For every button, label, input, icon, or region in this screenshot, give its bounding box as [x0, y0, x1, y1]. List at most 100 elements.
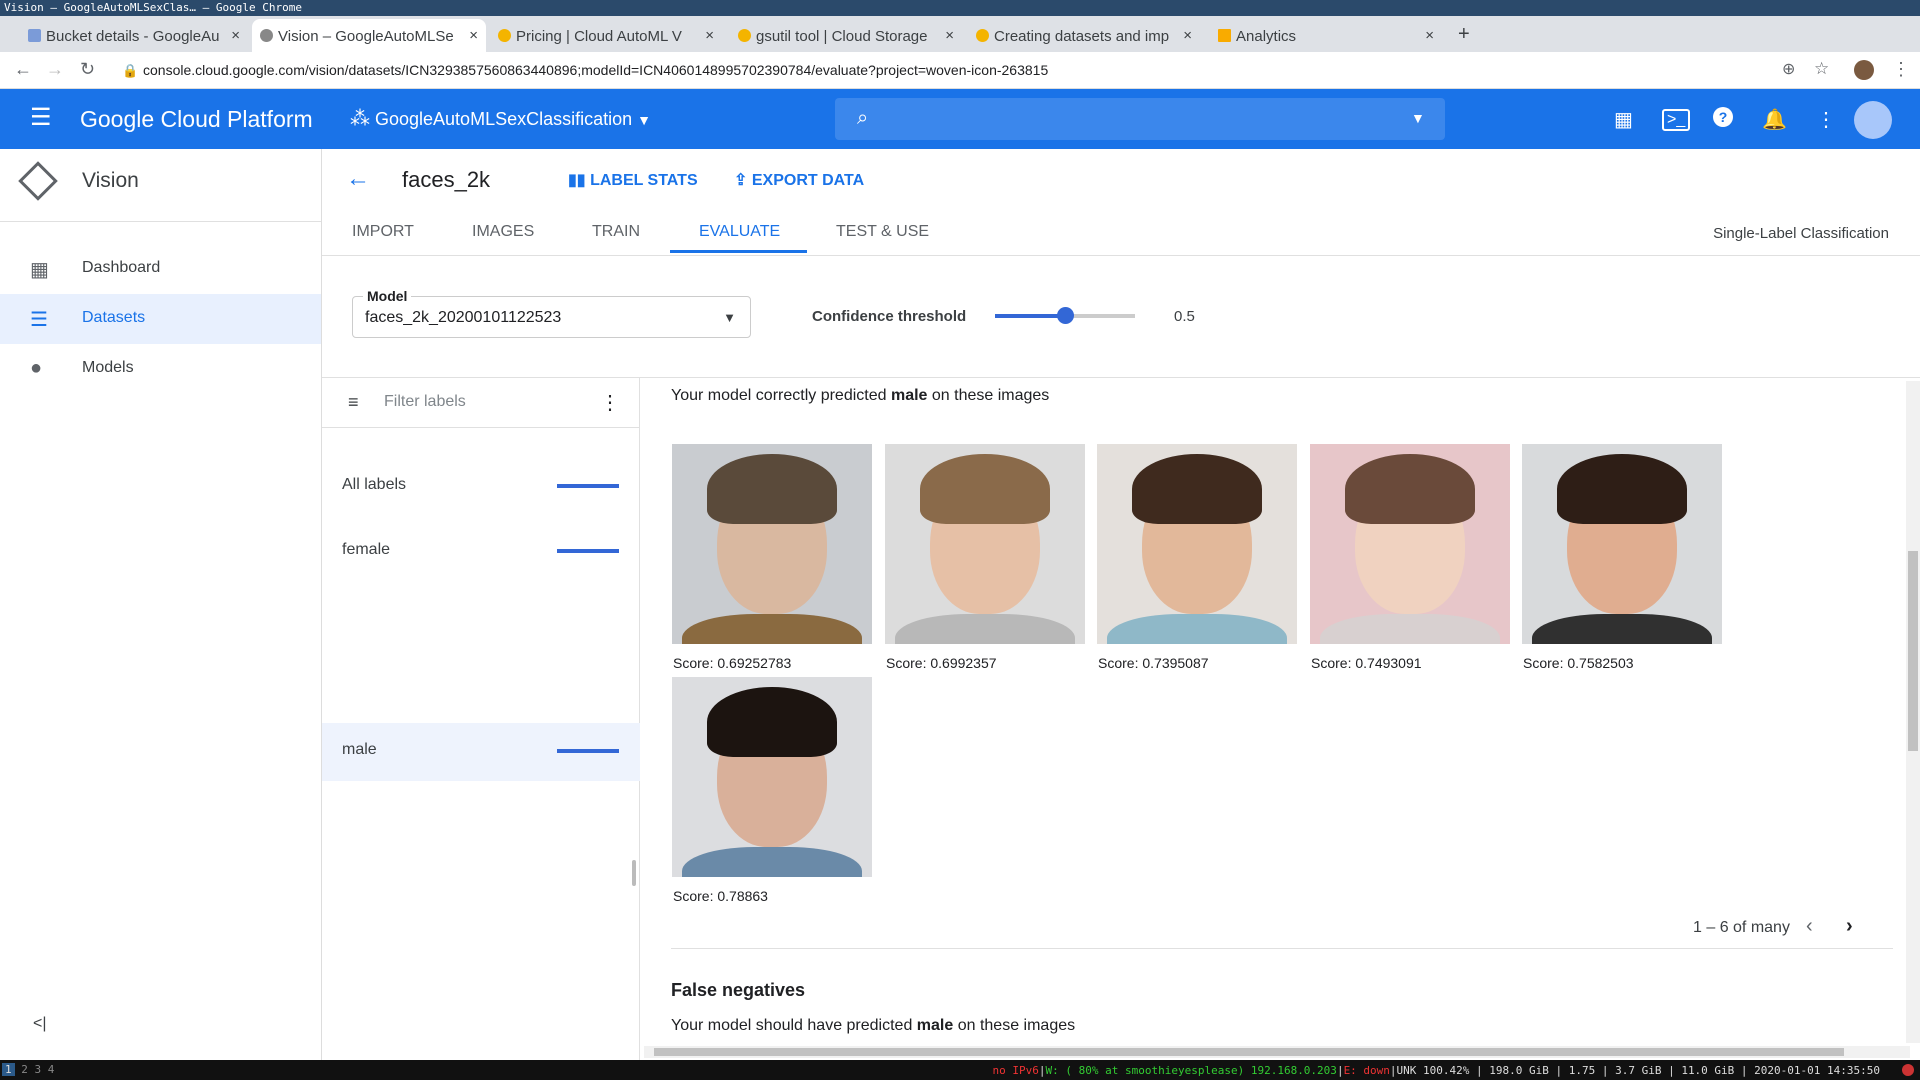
- tab-images[interactable]: IMAGES: [472, 223, 534, 241]
- scrollbar-thumb[interactable]: [654, 1048, 1844, 1056]
- filter-icon: ≡: [348, 392, 359, 412]
- tab-label: Vision – GoogleAutoMLSe: [278, 28, 454, 45]
- help-icon[interactable]: ?: [1713, 107, 1733, 127]
- tab-evaluate[interactable]: EVALUATE: [699, 223, 780, 241]
- gcp-header: ☰ Google Cloud Platform ⁂ GoogleAutoMLSe…: [0, 89, 1920, 149]
- result-image[interactable]: [885, 444, 1085, 644]
- tab-test-use[interactable]: TEST & USE: [836, 223, 929, 241]
- image-body: [1532, 614, 1712, 644]
- close-tab-icon[interactable]: ×: [469, 27, 478, 44]
- workspace-2[interactable]: 2: [21, 1063, 28, 1076]
- back-icon[interactable]: ←: [14, 59, 32, 80]
- slider-fill: [995, 314, 1065, 318]
- panel-resize-handle[interactable]: [632, 860, 636, 886]
- divider: [671, 948, 1893, 949]
- label-row-female[interactable]: female: [322, 523, 640, 581]
- image-hair: [1345, 454, 1475, 524]
- address-bar: ← → ↻ 🔒 console.cloud.google.com/vision/…: [0, 52, 1920, 89]
- image-score: Score: 0.7493091: [1311, 655, 1422, 671]
- close-tab-icon[interactable]: ×: [1425, 27, 1434, 44]
- search-dropdown-icon[interactable]: ▼: [1411, 110, 1425, 126]
- cloud-shell-icon[interactable]: >_: [1662, 109, 1691, 131]
- new-tab-button[interactable]: +: [1452, 19, 1482, 52]
- image-body: [1320, 614, 1500, 644]
- tab-favicon-icon: [498, 29, 511, 42]
- search-input[interactable]: ⌕ ▼: [835, 98, 1445, 140]
- main-content: ← faces_2k ▮▮ LABEL STATS ⇪ EXPORT DATA …: [322, 149, 1920, 1060]
- sidebar-item-datasets[interactable]: ☰ Datasets: [0, 294, 321, 344]
- browser-tab[interactable]: Creating datasets and imp ×: [968, 19, 1200, 52]
- next-page-icon[interactable]: ›: [1846, 915, 1853, 938]
- more-vert-icon[interactable]: ⋮: [600, 390, 620, 415]
- workspace-4[interactable]: 4: [48, 1063, 55, 1076]
- project-selector[interactable]: GoogleAutoMLSexClassification ▼: [375, 109, 651, 130]
- more-vert-icon[interactable]: ⋮: [1816, 107, 1836, 132]
- tab-import[interactable]: IMPORT: [352, 223, 414, 241]
- close-tab-icon[interactable]: ×: [1183, 27, 1192, 44]
- tray-icon[interactable]: [1902, 1064, 1914, 1076]
- gift-icon[interactable]: ▦: [1614, 107, 1633, 132]
- zoom-icon[interactable]: ⊕: [1782, 59, 1795, 79]
- browser-tab[interactable]: Analytics ×: [1210, 19, 1442, 52]
- back-arrow-icon[interactable]: ←: [346, 165, 370, 193]
- project-name: GoogleAutoMLSexClassification: [375, 109, 633, 129]
- notifications-bell-icon[interactable]: 🔔: [1762, 107, 1787, 132]
- model-select-value: faces_2k_20200101122523: [365, 309, 562, 326]
- previous-page-icon[interactable]: ‹: [1806, 915, 1813, 938]
- filter-labels-input[interactable]: Filter labels: [384, 393, 466, 411]
- gcp-logo-text: Google Cloud Platform: [80, 106, 313, 132]
- vertical-scrollbar[interactable]: [1906, 381, 1920, 1043]
- sidebar-item-models[interactable]: ● Models: [0, 344, 321, 394]
- result-image[interactable]: [672, 677, 872, 877]
- image-hair: [1132, 454, 1262, 524]
- forward-icon[interactable]: →: [46, 59, 64, 80]
- chrome-menu-icon[interactable]: ⋮: [1892, 59, 1910, 80]
- image-body: [682, 614, 862, 644]
- profile-avatar[interactable]: [1854, 60, 1874, 80]
- image-score: Score: 0.69252783: [673, 655, 792, 671]
- close-tab-icon[interactable]: ×: [705, 27, 714, 44]
- slider-thumb[interactable]: [1057, 307, 1074, 324]
- chevron-down-icon: ▼: [637, 112, 652, 128]
- reload-icon[interactable]: ↻: [80, 59, 95, 80]
- browser-tab[interactable]: gsutil tool | Cloud Storage ×: [730, 19, 962, 52]
- model-select[interactable]: Model faces_2k_20200101122523 ▼: [352, 288, 751, 338]
- label-precision-bar: [557, 549, 619, 553]
- browser-tab-strip: Bucket details - GoogleAu × Vision – Goog…: [0, 16, 1920, 52]
- result-image[interactable]: [1310, 444, 1510, 644]
- label-row-all[interactable]: All labels: [322, 458, 640, 516]
- collapse-sidebar-icon[interactable]: <|: [33, 1015, 47, 1033]
- label-row-male[interactable]: male: [322, 723, 640, 781]
- sidebar-item-dashboard[interactable]: ▦ Dashboard: [0, 244, 321, 294]
- vision-logo-icon: [18, 161, 58, 201]
- bar-chart-icon: ▮▮: [568, 172, 586, 189]
- confidence-threshold-slider[interactable]: [995, 307, 1135, 324]
- label-stats-button[interactable]: ▮▮ LABEL STATS: [568, 170, 698, 190]
- tab-train[interactable]: TRAIN: [592, 223, 640, 241]
- close-tab-icon[interactable]: ×: [231, 27, 240, 44]
- scrollbar-thumb[interactable]: [1908, 551, 1918, 751]
- workspace-3[interactable]: 3: [35, 1063, 42, 1076]
- export-data-button[interactable]: ⇪ EXPORT DATA: [734, 170, 864, 190]
- result-image[interactable]: [1097, 444, 1297, 644]
- browser-tab-active[interactable]: Vision – GoogleAutoMLSe ×: [252, 19, 486, 52]
- browser-tab[interactable]: Bucket details - GoogleAu ×: [20, 19, 248, 52]
- result-image[interactable]: [672, 444, 872, 644]
- bookmark-star-icon[interactable]: ☆: [1814, 59, 1829, 79]
- hamburger-menu-icon[interactable]: ☰: [30, 103, 52, 132]
- workspace-list: 1 2 3 4: [2, 1063, 54, 1076]
- list-icon: ☰: [30, 309, 48, 331]
- tab-label: Analytics: [1236, 28, 1297, 45]
- account-avatar[interactable]: [1854, 101, 1892, 139]
- workspace-1[interactable]: 1: [2, 1063, 15, 1076]
- dashboard-icon: ▦: [30, 259, 49, 281]
- confidence-threshold-label: Confidence threshold: [812, 308, 967, 325]
- image-hair: [920, 454, 1050, 524]
- tab-favicon-icon: [976, 29, 989, 42]
- horizontal-scrollbar[interactable]: [644, 1046, 1910, 1058]
- url-input[interactable]: console.cloud.google.com/vision/datasets…: [143, 62, 1048, 78]
- search-icon: ⌕: [857, 107, 869, 129]
- result-image[interactable]: [1522, 444, 1722, 644]
- close-tab-icon[interactable]: ×: [945, 27, 954, 44]
- browser-tab[interactable]: Pricing | Cloud AutoML V ×: [490, 19, 722, 52]
